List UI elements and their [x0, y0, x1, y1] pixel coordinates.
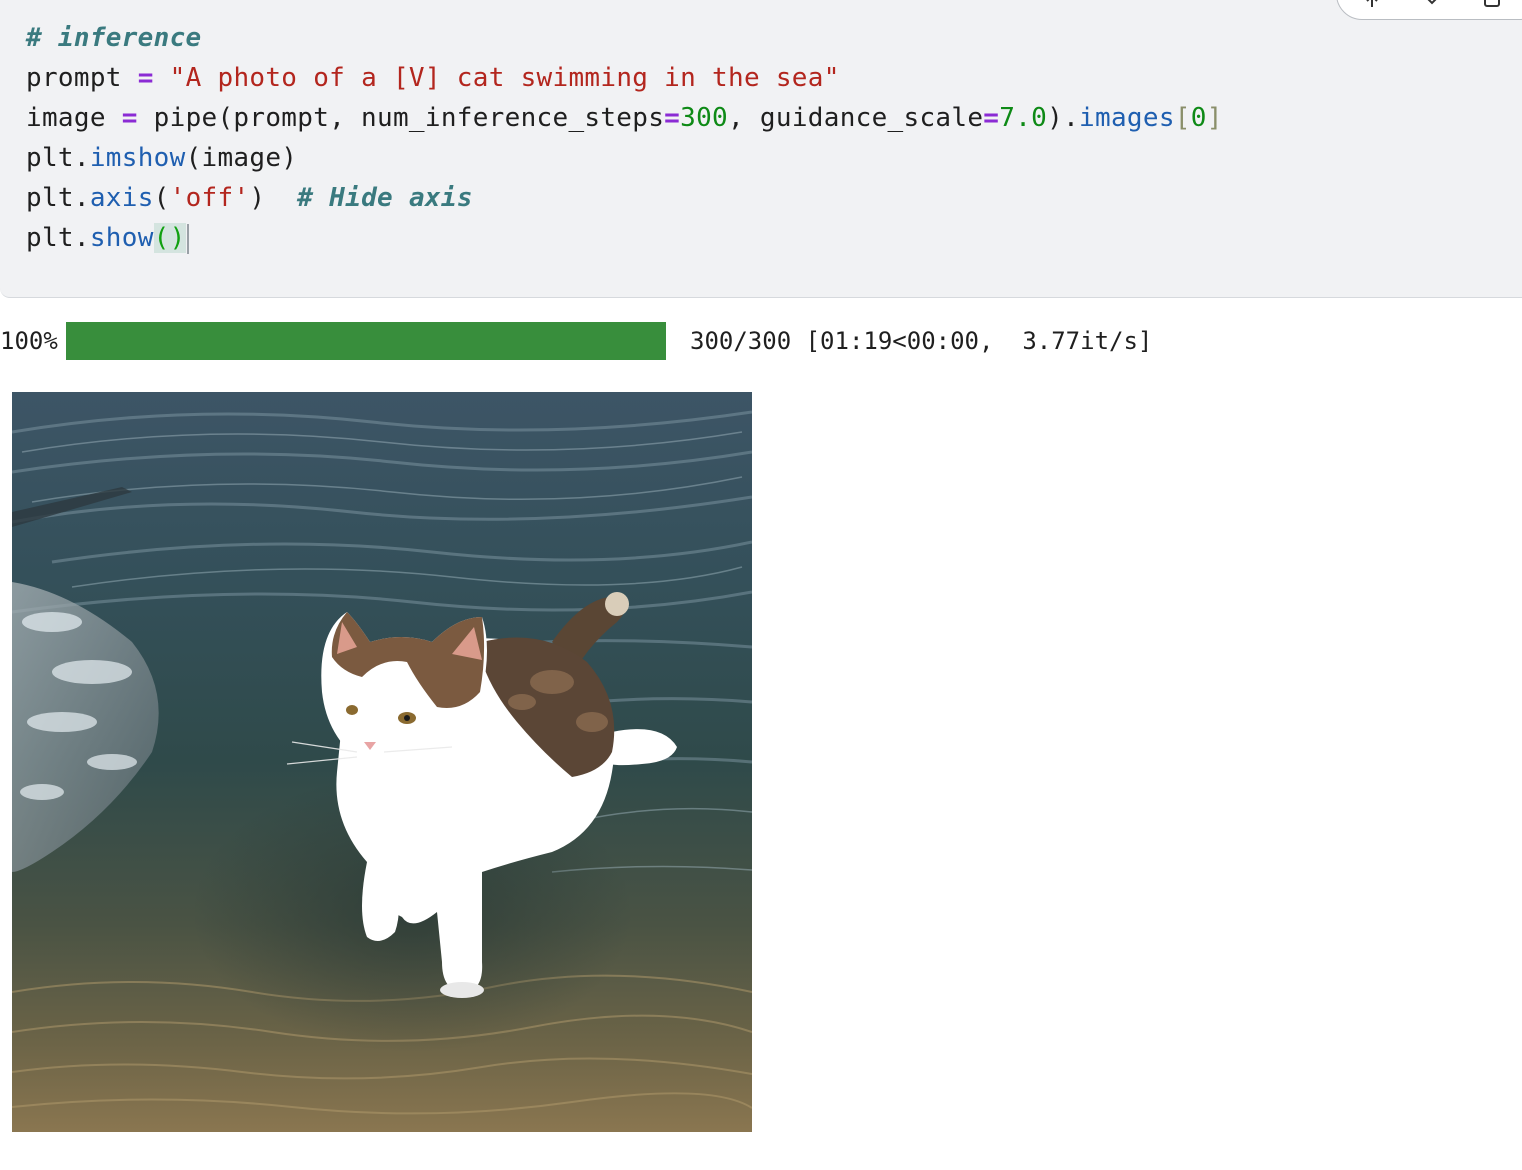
copy-icon[interactable]	[1483, 0, 1500, 7]
code-token-plain: (	[153, 183, 170, 213]
code-line[interactable]: plt.show()	[26, 218, 1223, 258]
arrow-up-icon[interactable]	[1365, 0, 1379, 7]
code-token-string: "A photo of a [V] cat swimming in the se…	[169, 63, 840, 93]
code-token-fn: show	[89, 223, 154, 253]
code-token-brkt: ]	[1206, 103, 1223, 133]
code-token-plain: plt.	[26, 143, 90, 173]
progress-row: 100% 300/300 [01:19<00:00, 3.77it/s]	[0, 320, 1522, 362]
code-token-fn: imshow	[89, 143, 186, 173]
cat-in-sea-image	[12, 392, 752, 1132]
code-token-fn: images	[1079, 103, 1175, 133]
code-line[interactable]: prompt = "A photo of a [V] cat swimming …	[26, 58, 1223, 98]
code-line[interactable]: plt.imshow(image)	[26, 138, 1223, 178]
text-cursor	[186, 223, 189, 254]
code-token-op: =	[121, 103, 138, 133]
code-token-fn: axis	[89, 183, 154, 213]
code-token-paren-hl: ()	[153, 223, 186, 253]
progress-bar	[66, 322, 666, 360]
code-editor[interactable]: # inference prompt = "A photo of a [V] ca…	[26, 18, 1223, 258]
code-token-plain: prompt	[26, 63, 138, 93]
code-line[interactable]: plt.axis('off') # Hide axis	[26, 178, 1223, 218]
code-token-brkt: [	[1174, 103, 1191, 133]
code-token-plain: plt.	[26, 183, 90, 213]
code-token-num: 7.0	[999, 103, 1048, 133]
code-token-op: =	[137, 63, 154, 93]
code-token-plain: ).	[1047, 103, 1080, 133]
code-token-plain: pipe(prompt, num_inference_steps	[137, 103, 665, 133]
code-token-comment: # inference	[26, 23, 202, 53]
code-token-plain: )	[249, 183, 298, 213]
code-token-op: =	[983, 103, 1000, 133]
cell-toolbar	[1336, 0, 1522, 20]
code-token-plain: , guidance_scale	[728, 103, 984, 133]
code-cell[interactable]: # inference prompt = "A photo of a [V] ca…	[0, 0, 1522, 298]
code-token-comment: # Hide axis	[297, 183, 473, 213]
cell-output: 100% 300/300 [01:19<00:00, 3.77it/s]	[0, 298, 1522, 1170]
progress-stats: 300/300 [01:19<00:00, 3.77it/s]	[690, 327, 1153, 355]
code-line[interactable]: image = pipe(prompt, num_inference_steps…	[26, 98, 1223, 138]
progress-bar-fill	[66, 322, 666, 360]
code-token-plain: plt.	[26, 223, 90, 253]
code-token-op: =	[664, 103, 681, 133]
code-token-plain: image	[26, 103, 122, 133]
code-line[interactable]: # inference	[26, 18, 1223, 58]
code-token-plain: (image)	[185, 143, 298, 173]
code-token-num: 300	[680, 103, 729, 133]
progress-percent: 100%	[0, 327, 58, 355]
code-token-num: 0	[1190, 103, 1207, 133]
code-token-string: 'off'	[169, 183, 250, 213]
arrow-down-icon[interactable]	[1425, 0, 1439, 7]
